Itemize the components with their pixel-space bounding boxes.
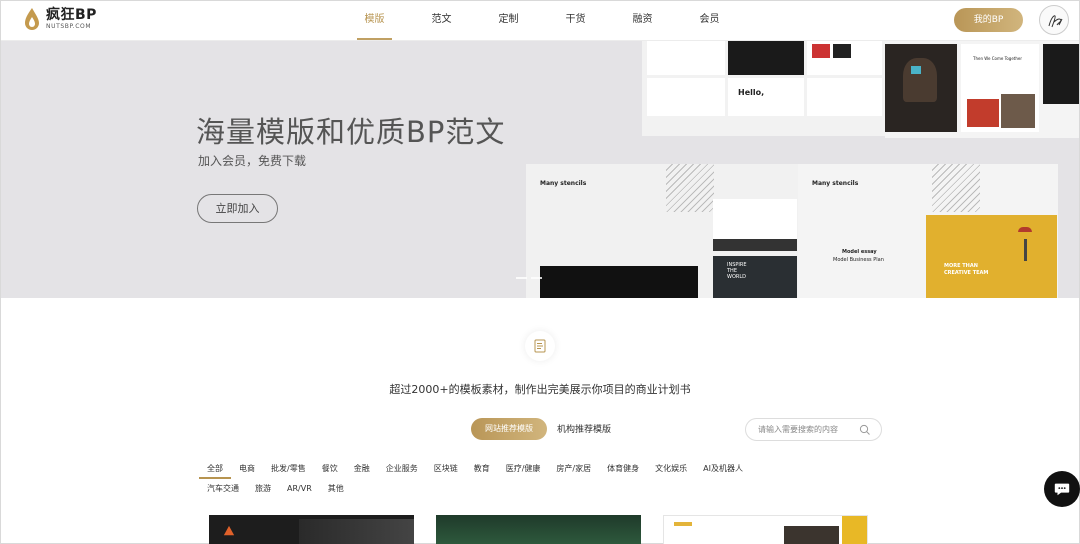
join-now-button[interactable]: 立即加入 [197, 194, 278, 223]
chat-icon [1054, 483, 1070, 496]
section-headline: 超过2000+的模板素材，制作出完美展示你项目的商业计划书 [389, 383, 691, 396]
slider-dot[interactable] [516, 277, 527, 279]
my-bp-button[interactable]: 我的BP [954, 8, 1023, 32]
logo-name: 疯狂BP [46, 7, 97, 23]
avatar-signature-icon [1048, 15, 1063, 28]
template-card[interactable] [663, 515, 868, 544]
category-culture-entertainment[interactable]: 文化娱乐 [647, 462, 695, 479]
template-logo-icon [223, 525, 235, 536]
nav-item-financing[interactable]: 融资 [609, 1, 676, 41]
category-ecommerce[interactable]: 电商 [231, 462, 263, 479]
template-card[interactable] [209, 515, 414, 544]
category-row-1: 全部 电商 批发/零售 餐饮 金融 企业服务 区块链 教育 医疗/健康 房产/家… [199, 460, 819, 480]
hero-banner: 海量模版和优质BP范文 加入会员，免费下载 立即加入 Hello, Then W… [1, 41, 1079, 298]
template-card[interactable] [436, 515, 641, 544]
category-travel[interactable]: 旅游 [247, 482, 279, 499]
mockup-model-plan-text: Model Business Plan [833, 257, 884, 263]
mockup-sheet-top-left: Hello, [642, 41, 885, 136]
slider-dots [516, 277, 542, 279]
nav-item-samples[interactable]: 范文 [408, 1, 475, 41]
mockup-sheet-top-right: Then We Come Together [885, 41, 1079, 138]
search-box [745, 418, 882, 441]
category-ar-vr[interactable]: AR/VR [279, 482, 320, 499]
logo-flame-icon [25, 8, 39, 30]
category-blockchain[interactable]: 区块链 [426, 462, 466, 479]
category-sports-fitness[interactable]: 体育健身 [599, 462, 647, 479]
mockup-sheet-bottom-right: Many stencils Model essay Model Business… [798, 164, 1058, 298]
category-education[interactable]: 教育 [466, 462, 498, 479]
mockup-hello-text: Hello, [738, 88, 765, 97]
nav-item-articles[interactable]: 干货 [542, 1, 609, 41]
mockup-together-text: Then We Come Together [973, 56, 1022, 61]
banner-subtitle: 加入会员，免费下载 [198, 154, 307, 168]
avatar[interactable] [1039, 5, 1069, 35]
mockup-model-essay-text: Model essay [842, 249, 877, 255]
tab-org-recommended[interactable]: 机构推荐模版 [557, 422, 611, 435]
category-wholesale-retail[interactable]: 批发/零售 [263, 462, 314, 479]
category-auto-transport[interactable]: 汽车交通 [199, 482, 247, 499]
nav-item-templates[interactable]: 模版 [341, 1, 408, 41]
category-realestate-home[interactable]: 房产/家居 [548, 462, 599, 479]
category-other[interactable]: 其他 [320, 482, 352, 499]
category-all[interactable]: 全部 [199, 462, 231, 479]
category-medical-health[interactable]: 医疗/健康 [498, 462, 549, 479]
search-input[interactable] [758, 423, 858, 436]
mockup-sheet-bottom-left: Many stencils INSPIRE THE WORLD [526, 164, 798, 298]
site-logo[interactable]: 疯狂BP NUTSBP.COM [23, 7, 97, 31]
mockup-creative-team-text: CREATIVE TEAM [944, 270, 989, 276]
mockup-stencils-text-1: Many stencils [540, 180, 587, 187]
search-icon[interactable] [859, 424, 871, 436]
nav-item-membership[interactable]: 会员 [676, 1, 743, 41]
top-header: 疯狂BP NUTSBP.COM 模版 范文 定制 干货 融资 会员 我的BP [1, 1, 1079, 41]
tab-site-recommended[interactable]: 网站推荐模版 [471, 418, 547, 440]
banner-title: 海量模版和优质BP范文 [196, 115, 506, 149]
mockup-stencils-text-2: Many stencils [812, 180, 859, 187]
document-badge [525, 331, 555, 361]
mockup-more-than-text: MORE THAN [944, 263, 978, 269]
category-filter: 全部 电商 批发/零售 餐饮 金融 企业服务 区块链 教育 医疗/健康 房产/家… [199, 460, 819, 500]
chat-button[interactable] [1044, 471, 1080, 507]
nav-item-custom[interactable]: 定制 [475, 1, 542, 41]
category-row-2: 汽车交通 旅游 AR/VR 其他 [199, 480, 819, 500]
document-icon [534, 339, 546, 353]
slider-dot[interactable] [531, 277, 542, 279]
mockup-inspire-text: INSPIRE THE WORLD [727, 262, 747, 280]
main-nav: 模版 范文 定制 干货 融资 会员 [341, 1, 743, 41]
category-enterprise-services[interactable]: 企业服务 [378, 462, 426, 479]
logo-subtitle: NUTSBP.COM [46, 23, 92, 30]
category-catering[interactable]: 餐饮 [314, 462, 346, 479]
category-finance[interactable]: 金融 [346, 462, 378, 479]
category-ai-robotics[interactable]: AI及机器人 [695, 462, 751, 479]
